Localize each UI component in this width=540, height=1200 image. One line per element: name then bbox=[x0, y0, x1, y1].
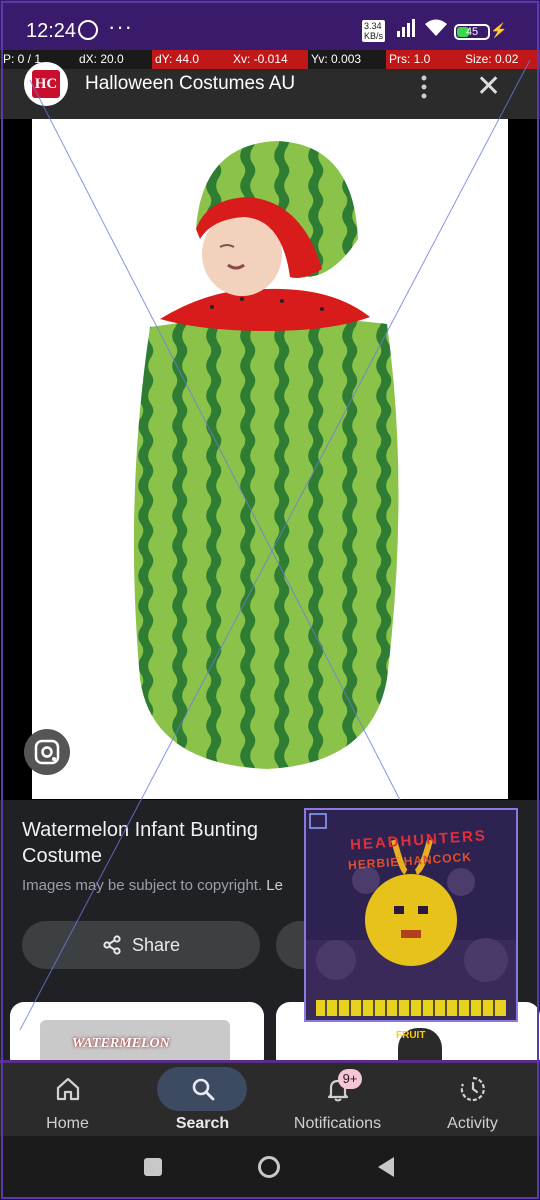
home-icon bbox=[56, 1077, 80, 1101]
overflow-dots: ··· bbox=[108, 14, 133, 39]
system-navigation-bar bbox=[0, 1136, 540, 1200]
nav-home[interactable]: Home bbox=[0, 1063, 135, 1139]
home-system-button[interactable] bbox=[258, 1156, 280, 1178]
nav-activity-label: Activity bbox=[447, 1115, 498, 1132]
media-pip-window[interactable]: HEADHUNTERS HERBIE HANCOCK bbox=[304, 808, 518, 1022]
activity-icon bbox=[460, 1076, 485, 1102]
debug-xv: Xv: -0.014 bbox=[230, 50, 308, 69]
nav-notifications[interactable]: Notifications bbox=[270, 1063, 405, 1139]
nav-activity[interactable]: Activity bbox=[405, 1063, 540, 1139]
more-options-icon[interactable] bbox=[418, 75, 430, 99]
related-result-text: FRUIT bbox=[396, 1030, 426, 1041]
image-viewer-header: HC Halloween Costumes AU ✕ bbox=[0, 62, 540, 119]
back-button[interactable] bbox=[376, 1155, 396, 1179]
status-time: 12:24 bbox=[26, 20, 77, 42]
related-result-text: WATERMELON bbox=[72, 1036, 170, 1051]
charging-icon: ⚡ bbox=[490, 22, 508, 38]
nav-home-label: Home bbox=[46, 1115, 89, 1132]
status-bar: 12:24 ··· 3.34 KB/s 45 ⚡ bbox=[0, 0, 540, 50]
share-button[interactable]: Share bbox=[22, 921, 260, 969]
product-image[interactable] bbox=[32, 119, 508, 799]
wifi-icon bbox=[425, 19, 447, 36]
debug-prs: Prs: 1.0 bbox=[386, 50, 462, 69]
site-logo-mark: HC bbox=[32, 70, 60, 98]
net-speed: 3.34 KB/s bbox=[362, 20, 386, 42]
watermelon-costume-image bbox=[133, 141, 399, 769]
pointer-debug-bar: P: 0 / 1 dX: 20.0 dY: 44.0 Xv: -0.014 Yv… bbox=[0, 50, 540, 69]
nav-notifications-label: Notifications bbox=[293, 1115, 382, 1132]
site-name[interactable]: Halloween Costumes AU bbox=[85, 73, 295, 95]
debug-size: Size: 0.02 bbox=[462, 50, 540, 69]
close-icon[interactable]: ✕ bbox=[476, 69, 501, 104]
image-viewer bbox=[0, 119, 540, 800]
copyright-notice: Images may be subject to copyright. Le bbox=[22, 877, 283, 894]
share-icon bbox=[103, 935, 121, 955]
site-logo[interactable]: HC bbox=[24, 62, 68, 106]
debug-dy: dY: 44.0 bbox=[152, 50, 230, 69]
lens-search-button[interactable] bbox=[24, 729, 70, 775]
copyright-text: Images may be subject to copyright. bbox=[22, 877, 263, 894]
recents-button[interactable] bbox=[144, 1158, 162, 1176]
bottom-navigation: Home Search Notifications Activity 9+ bbox=[0, 1060, 540, 1139]
battery-icon: 45 bbox=[454, 24, 490, 40]
learn-more-link[interactable]: Le bbox=[266, 877, 283, 894]
lens-icon bbox=[34, 739, 60, 765]
debug-yv: Yv: 0.003 bbox=[308, 50, 386, 69]
debug-dx: dX: 20.0 bbox=[76, 50, 152, 69]
whatsapp-icon bbox=[78, 20, 98, 40]
signal-icon bbox=[397, 19, 415, 37]
nav-search[interactable]: Search bbox=[135, 1063, 270, 1139]
battery-level: 45 bbox=[465, 26, 479, 38]
notification-badge: 9+ bbox=[338, 1069, 362, 1089]
search-icon bbox=[192, 1078, 215, 1101]
result-title[interactable]: Watermelon Infant Bunting Costume bbox=[22, 817, 312, 869]
share-label: Share bbox=[131, 934, 181, 955]
nav-search-label: Search bbox=[175, 1115, 230, 1132]
